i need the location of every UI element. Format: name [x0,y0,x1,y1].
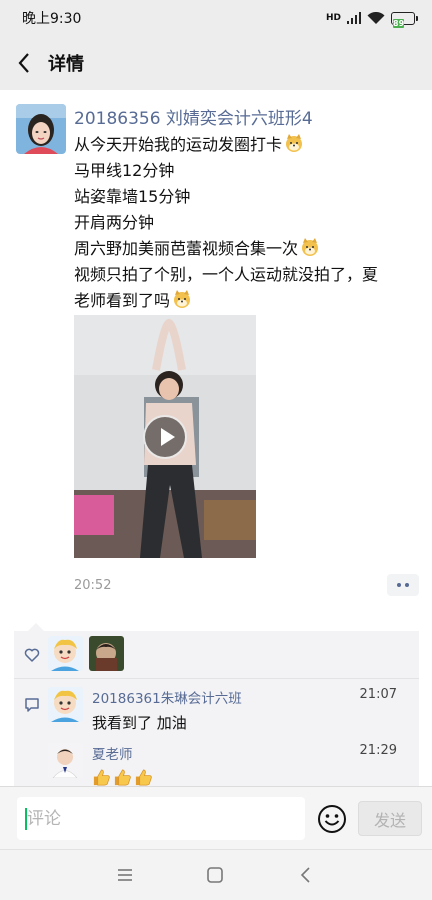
comment-input[interactable] [17,797,305,840]
commenter-avatar[interactable] [48,743,83,778]
video-thumbnail[interactable] [74,315,256,558]
dog-emoji-icon [302,238,319,256]
comment-time: 21:29 [359,743,397,758]
battery-icon: 89 [391,11,418,28]
play-button[interactable] [143,415,187,459]
home-icon[interactable] [204,864,226,886]
post-line: 开肩两分钟 [74,213,155,232]
send-button[interactable]: 发送 [358,801,422,836]
page-title: 详情 [48,54,84,75]
thumbs-up-icon [93,769,110,786]
system-nav-bar [0,849,432,900]
author-name[interactable]: 20186356 刘婧奕会计六班形4 [74,104,313,129]
liker-avatar[interactable] [89,636,124,671]
comment-item[interactable]: 夏老师 21:29 [48,743,419,786]
back-arrow-icon [18,53,29,73]
thumbs-up-icon [114,769,131,786]
commenter-avatar[interactable] [48,687,83,722]
post-text: 从今天开始我的运动发圈打卡 马甲线12分钟 站姿靠墙15分钟 开肩两分钟 周六野… [74,132,419,314]
comment-item[interactable]: 20186361朱琳会计六班 21:07 我看到了 加油 [48,687,419,732]
commenter-name[interactable]: 夏老师 [92,743,133,763]
more-actions-button[interactable] [387,574,419,596]
comment-text [92,768,155,786]
status-bar: 晚上9:30 HD 89 [0,0,432,36]
back-icon[interactable] [295,864,317,886]
post-line: 站姿靠墙15分钟 [74,187,191,206]
post-time: 20:52 [74,578,112,593]
top-bar: 详情 [0,36,432,90]
post-line: 周六野加美丽芭蕾视频合集一次 [74,236,419,262]
status-icons: HD 89 [325,11,418,28]
network-type: HD [325,12,341,23]
post-line: 视频只拍了个别，一个人运动就没拍了，夏 [74,265,379,284]
dog-emoji-icon [174,290,191,308]
likes-comments-panel: 20186361朱琳会计六班 21:07 我看到了 加油 夏老师 21:29 [14,623,419,786]
commenter-name[interactable]: 20186361朱琳会计六班 [92,687,242,707]
emoji-icon[interactable] [317,804,347,834]
author-avatar[interactable] [16,104,66,154]
post-line: 从今天开始我的运动发圈打卡 [74,132,419,158]
post-line: 马甲线12分钟 [74,161,175,180]
thumbs-up-icon [135,769,152,786]
back-button[interactable] [10,43,38,83]
moment-detail: 20186356 刘婧奕会计六班形4 从今天开始我的运动发圈打卡 马甲线12分钟… [0,90,432,786]
liker-avatar[interactable] [48,636,83,671]
likes-row [14,631,419,679]
battery-level: 89 [393,18,405,28]
status-time: 晚上9:30 [22,11,82,27]
dog-emoji-icon [286,134,303,152]
comment-text: 我看到了 加油 [92,714,187,732]
heart-icon [24,648,40,662]
comment-input-bar: 发送 [0,786,432,849]
post-line: 老师看到了吗 [74,288,419,314]
menu-icon[interactable] [114,864,136,886]
text-caret [25,808,27,830]
comment-time: 21:07 [359,687,397,702]
signal-icon [347,12,361,24]
comment-icon [25,698,39,712]
wifi-icon [367,11,385,24]
